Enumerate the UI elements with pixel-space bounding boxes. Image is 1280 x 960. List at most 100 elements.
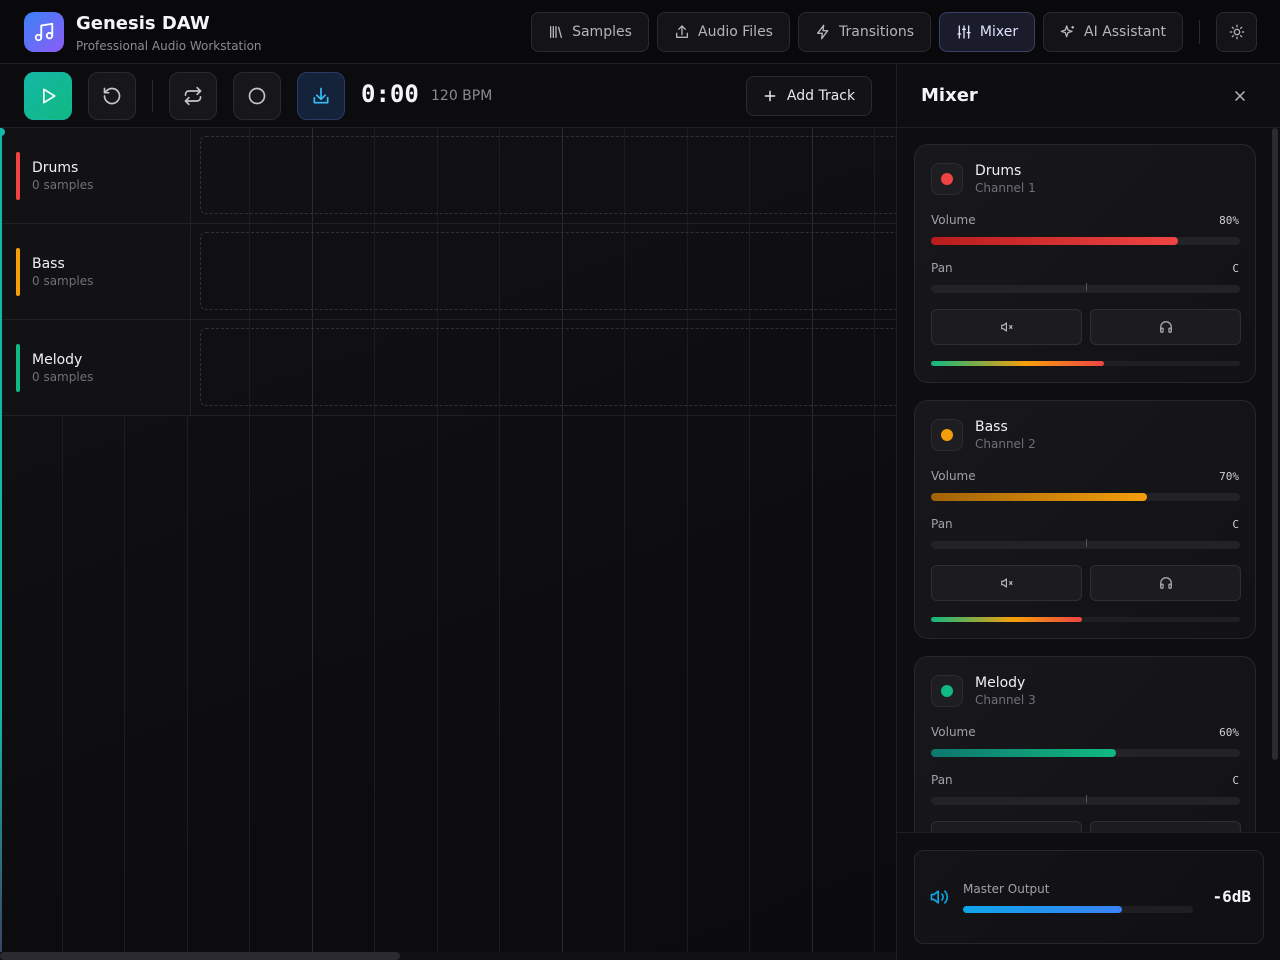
pan-slider[interactable] — [931, 795, 1240, 805]
track-header[interactable]: Drums 0 samples — [0, 128, 191, 223]
nav-transitions-label: Transitions — [839, 24, 914, 40]
mixer-channel-melody: Melody Channel 3 Volume 60% Pan C — [914, 656, 1256, 832]
volume-slider[interactable] — [931, 749, 1240, 757]
mixer-channel-drums: Drums Channel 1 Volume 80% Pan C — [914, 144, 1256, 383]
master-output-value: -6dB — [1212, 887, 1251, 906]
nav-samples-label: Samples — [572, 24, 632, 40]
track-drop-zone[interactable] — [200, 136, 896, 214]
volume-icon — [930, 890, 949, 904]
mute-button[interactable] — [931, 565, 1082, 601]
play-icon — [43, 88, 56, 104]
export-button[interactable] — [297, 72, 345, 120]
solo-button[interactable] — [1090, 565, 1241, 601]
track-name: Drums — [32, 160, 79, 176]
track-drop-zone[interactable] — [200, 232, 896, 310]
theme-toggle-button[interactable] — [1216, 12, 1257, 52]
level-meter-fill — [931, 617, 1083, 622]
nav-mixer-button[interactable]: Mixer — [939, 12, 1035, 52]
add-track-label: Add Track — [786, 88, 856, 104]
loop-button[interactable] — [169, 72, 217, 120]
pan-center-tick — [1086, 283, 1087, 291]
pan-label: Pan — [931, 773, 953, 787]
repeat-icon — [184, 86, 202, 106]
volume-value: 60% — [1219, 726, 1239, 739]
channel-name: Bass — [975, 419, 1008, 435]
level-meter-fill — [931, 361, 1105, 366]
channel-number: Channel 1 — [975, 181, 1036, 195]
channel-name: Melody — [975, 675, 1026, 691]
sun-icon — [1229, 24, 1244, 40]
app-subtitle: Professional Audio Workstation — [76, 39, 262, 53]
channel-color-dot — [941, 173, 953, 185]
mixer-panel: Mixer Drums Channel 1 Volume 80% Pan C B… — [896, 64, 1280, 960]
mute-button[interactable] — [931, 309, 1082, 345]
pan-label: Pan — [931, 261, 953, 275]
nav-transitions-button[interactable]: Transitions — [798, 12, 931, 52]
time-display: 0:00 — [361, 80, 419, 108]
pan-slider[interactable] — [931, 539, 1240, 549]
master-output-card: Master Output -6dB — [914, 850, 1264, 944]
master-volume-slider[interactable] — [963, 906, 1193, 913]
download-icon — [313, 87, 329, 104]
mixer-channel-list[interactable]: Drums Channel 1 Volume 80% Pan C Bass Ch… — [897, 128, 1280, 832]
mute-button[interactable] — [931, 821, 1082, 832]
master-volume-fill — [963, 906, 1122, 913]
track-header[interactable]: Bass 0 samples — [0, 224, 191, 319]
headphones-icon — [1159, 321, 1172, 333]
transport-divider — [152, 80, 153, 112]
volume-value: 70% — [1219, 470, 1239, 483]
track-name: Melody — [32, 352, 83, 368]
library-icon — [550, 26, 563, 38]
track-sample-count: 0 samples — [32, 370, 94, 384]
nav-ai-assistant-button[interactable]: AI Assistant — [1043, 12, 1183, 52]
volume-mute-icon — [1000, 578, 1013, 588]
add-track-button[interactable]: Add Track — [746, 76, 872, 116]
track-header[interactable]: Melody 0 samples — [0, 320, 191, 415]
top-bar: Genesis DAW Professional Audio Workstati… — [0, 0, 1280, 64]
pan-label: Pan — [931, 517, 953, 531]
volume-label: Volume — [931, 213, 976, 227]
nav-samples-button[interactable]: Samples — [531, 12, 649, 52]
timeline-area[interactable]: Drums 0 samples Bass 0 samples Melody 0 … — [0, 128, 896, 960]
track-row-melody: Melody 0 samples — [0, 320, 896, 416]
rewind-button[interactable] — [88, 72, 136, 120]
pan-value: C — [1232, 518, 1239, 531]
track-drop-zone[interactable] — [200, 328, 896, 406]
pan-slider[interactable] — [931, 283, 1240, 293]
circle-icon — [248, 87, 266, 105]
mixer-title: Mixer — [921, 85, 978, 106]
pan-value: C — [1232, 262, 1239, 275]
mixer-scrollbar[interactable] — [1272, 128, 1278, 760]
channel-color-dot — [941, 429, 953, 441]
plus-icon — [764, 90, 776, 102]
solo-button[interactable] — [1090, 821, 1241, 832]
pan-center-tick — [1086, 539, 1087, 547]
volume-mute-icon — [1000, 322, 1013, 332]
track-row-drums: Drums 0 samples — [0, 128, 896, 224]
volume-slider[interactable] — [931, 237, 1240, 245]
rotate-ccw-icon — [103, 87, 121, 105]
pan-value: C — [1232, 774, 1239, 787]
volume-slider-fill — [931, 237, 1179, 245]
record-button[interactable] — [233, 72, 281, 120]
mixer-close-button[interactable] — [1230, 86, 1250, 106]
headphones-icon — [1159, 577, 1172, 589]
playhead[interactable] — [0, 128, 2, 960]
solo-button[interactable] — [1090, 309, 1241, 345]
play-button[interactable] — [24, 72, 72, 120]
nav-audio-files-button[interactable]: Audio Files — [657, 12, 790, 52]
track-sample-count: 0 samples — [32, 274, 94, 288]
horizontal-scrollbar-thumb[interactable] — [0, 952, 400, 960]
track-color-bar — [16, 152, 20, 200]
channel-color-dot — [941, 685, 953, 697]
mixer-channel-bass: Bass Channel 2 Volume 70% Pan C — [914, 400, 1256, 639]
mixer-header: Mixer — [897, 64, 1280, 128]
app-root: Genesis DAW Professional Audio Workstati… — [0, 0, 1280, 960]
master-output-label: Master Output — [963, 882, 1050, 896]
sliders-icon — [957, 25, 971, 39]
channel-number: Channel 2 — [975, 437, 1036, 451]
volume-slider[interactable] — [931, 493, 1240, 501]
volume-label: Volume — [931, 469, 976, 483]
track-name: Bass — [32, 256, 65, 272]
sparkles-icon — [1060, 25, 1075, 38]
